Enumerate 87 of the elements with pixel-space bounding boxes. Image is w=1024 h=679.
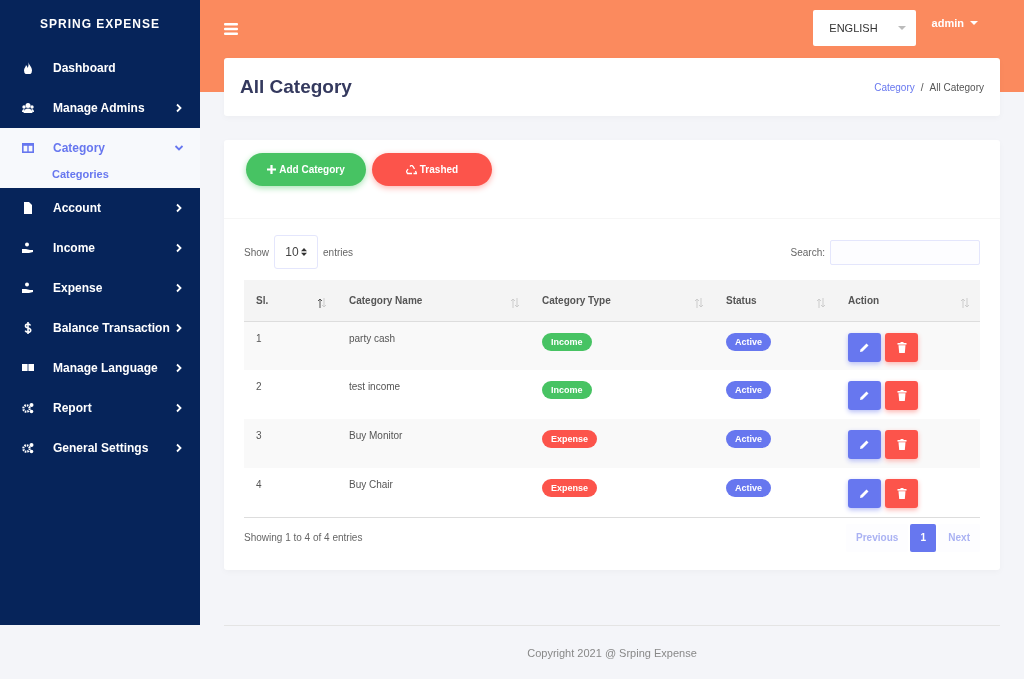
table-cell: test income (337, 370, 530, 419)
pencil-icon (859, 439, 870, 450)
breadcrumb-separator: / (920, 81, 924, 93)
brand-name: SPRING EXPENSE (39, 16, 161, 33)
caret-down-icon (897, 25, 906, 31)
status-badge: Active (726, 479, 771, 497)
delete-button[interactable] (885, 332, 918, 362)
status-badge: Active (726, 332, 771, 351)
plus-icon (267, 165, 277, 174)
chevron-right-icon (174, 103, 184, 113)
edit-button[interactable] (848, 430, 881, 459)
pencil-icon (859, 341, 870, 353)
sidebar-item[interactable]: Report (0, 388, 200, 428)
type-badge: Expense (542, 430, 598, 448)
sort-caret-icon (300, 248, 307, 256)
chevron-right-icon (174, 323, 184, 333)
chevron-right-icon (174, 443, 184, 453)
copyright-text: Copyright 2021 @ Srping Expense (527, 646, 697, 659)
chevron-right-icon (174, 203, 184, 213)
sidebar-item[interactable]: Income (0, 228, 200, 268)
type-badge: Income (542, 332, 592, 351)
table-cell: 1 (244, 321, 337, 370)
document-icon (22, 202, 34, 214)
sidebar-item[interactable]: Account (0, 188, 200, 228)
edit-button[interactable] (848, 479, 881, 508)
sidebar-item[interactable]: Balance Transaction (0, 308, 200, 348)
column-header[interactable]: Sl. (244, 280, 337, 321)
chevron-down-icon (174, 143, 184, 153)
column-header[interactable]: Category Name (337, 280, 530, 321)
show-label: Show (244, 246, 269, 258)
trash-icon (896, 488, 907, 499)
chevron-right-icon (174, 243, 184, 253)
column-header[interactable]: Action (836, 280, 980, 321)
delete-button[interactable] (885, 479, 918, 508)
breadcrumb-current: All Category (929, 81, 984, 93)
column-header[interactable]: Category Type (530, 280, 714, 321)
trash-icon (896, 341, 907, 353)
edit-button[interactable] (848, 332, 881, 362)
search-label: Search: (790, 246, 825, 258)
status-badge: Active (726, 381, 771, 399)
gears-icon (22, 402, 34, 414)
sidebar-item[interactable]: Dashboard (0, 48, 200, 88)
status-badge: Active (726, 430, 771, 448)
hand-icon (22, 282, 34, 294)
search-field[interactable] (830, 239, 980, 265)
dollar-icon (22, 322, 34, 334)
sidebar-item[interactable]: Manage Language (0, 348, 200, 388)
column-header[interactable]: Status (714, 280, 836, 321)
delete-button[interactable] (885, 381, 918, 410)
fire-icon (22, 62, 34, 74)
pencil-icon (859, 488, 870, 499)
caret-down-icon (970, 20, 978, 26)
entries-label: entries (323, 246, 354, 258)
breadcrumb-link[interactable]: Category (874, 81, 915, 93)
chevron-right-icon (174, 283, 184, 293)
table-cell: 3 (244, 419, 337, 468)
trash-icon (896, 390, 907, 401)
chevron-right-icon (174, 403, 184, 413)
sidebar-item[interactable]: General Settings (0, 428, 200, 468)
pencil-icon (859, 390, 870, 401)
page-title: All Category (240, 76, 352, 98)
sidebar-item[interactable]: Category (0, 128, 200, 168)
type-badge: Income (542, 381, 592, 399)
page-button[interactable]: 1 (910, 523, 937, 552)
table-cell: Buy Monitor (337, 419, 530, 468)
table-cell: 4 (244, 468, 337, 517)
sidebar-item[interactable]: Manage Admins (0, 88, 200, 128)
page-size-select[interactable]: 10 (274, 235, 318, 269)
trash-icon (896, 439, 907, 450)
chevron-right-icon (174, 363, 184, 373)
menu-icon (224, 23, 238, 35)
delete-button[interactable] (885, 430, 918, 459)
table-info: Showing 1 to 4 of 4 entries (244, 532, 363, 543)
edit-button[interactable] (848, 381, 881, 410)
language-icon (22, 362, 34, 374)
columns-icon (22, 142, 34, 154)
users-icon (22, 102, 34, 114)
language-select[interactable]: ENGLISH (813, 10, 916, 46)
hand-icon (22, 242, 34, 254)
submenu-item[interactable]: Categories (0, 168, 200, 188)
type-badge: Expense (542, 479, 598, 497)
recycle-icon (405, 164, 417, 175)
gears-icon (22, 442, 34, 454)
table-cell: Buy Chair (337, 468, 530, 517)
sidebar-item[interactable]: Expense (0, 268, 200, 308)
table-cell: party cash (337, 321, 530, 370)
table-cell: 2 (244, 370, 337, 419)
